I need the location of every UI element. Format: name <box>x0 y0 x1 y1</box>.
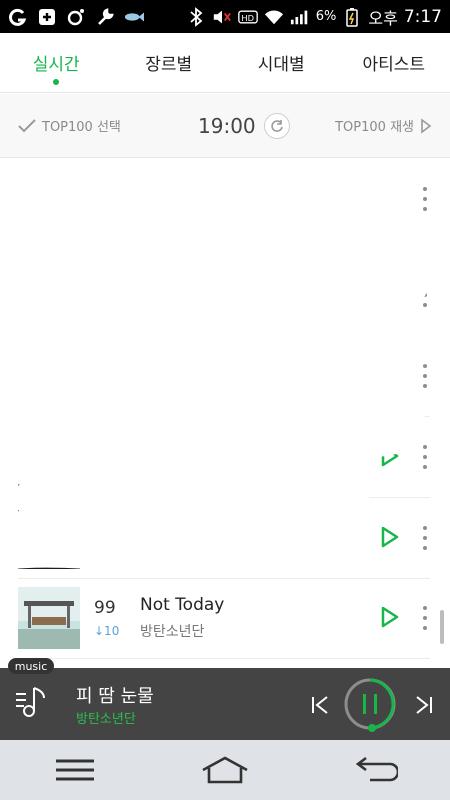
more-options-button[interactable] <box>420 280 430 310</box>
tab-artist[interactable]: 아티스트 <box>338 33 450 92</box>
play-icon <box>381 364 399 386</box>
back-button[interactable] <box>345 750 405 790</box>
add-box-icon <box>37 7 57 27</box>
scrollbar-thumb[interactable] <box>440 610 444 644</box>
play-icon <box>381 526 399 548</box>
chart-list[interactable]: 99 ↓10 Not Today 방탄소년단 <box>0 158 450 668</box>
list-item[interactable] <box>18 416 430 498</box>
system-nav-bar <box>0 740 450 800</box>
hd-voice-icon: HD <box>237 7 258 27</box>
active-tab-indicator <box>53 79 60 85</box>
playlist-button[interactable] <box>12 682 52 722</box>
list-item[interactable] <box>18 254 430 336</box>
bubble-icon <box>66 7 86 27</box>
more-options-button[interactable] <box>420 361 430 391</box>
more-options-button[interactable] <box>420 184 430 214</box>
previous-button[interactable] <box>308 692 334 718</box>
refresh-button[interactable] <box>263 112 290 139</box>
clock-ampm: 오후 <box>368 8 398 28</box>
play-button[interactable] <box>378 363 402 387</box>
play-outline-icon <box>421 117 432 134</box>
more-options-button[interactable] <box>420 523 430 553</box>
mute-icon <box>212 7 232 27</box>
home-button[interactable] <box>195 750 255 790</box>
battery-charging-icon <box>342 7 362 27</box>
menu-icon <box>56 759 94 781</box>
home-icon <box>202 756 248 784</box>
menu-button[interactable] <box>45 750 105 790</box>
previous-icon <box>312 696 328 714</box>
battery-percent: 6% <box>315 9 337 24</box>
list-item[interactable] <box>18 497 430 579</box>
notification-icons <box>8 7 144 27</box>
app-g-icon <box>8 7 28 27</box>
play-icon <box>381 606 399 628</box>
tab-label: 아티스트 <box>362 55 426 75</box>
album-art <box>18 344 80 407</box>
clock-time: 7:17 <box>403 6 442 27</box>
chart-time-text: 19:00 <box>198 113 256 138</box>
tab-genre[interactable]: 장르별 <box>113 33 226 92</box>
player-song-artist: 방탄소년단 <box>76 712 136 727</box>
album-art <box>18 506 80 569</box>
play-button[interactable] <box>378 282 402 306</box>
status-bar: HD 6% 오후 7:17 <box>0 0 450 33</box>
chart-time: 19:00 <box>198 112 290 139</box>
fish-icon <box>124 7 144 27</box>
chart-toolbar: TOP100 선택 19:00 TOP100 재생 <box>0 94 450 158</box>
list-item[interactable]: 99 ↓10 Not Today 방탄소년단 <box>18 577 430 659</box>
check-icon <box>18 118 36 132</box>
list-item[interactable] <box>18 335 430 417</box>
tab-label: 실시간 <box>32 55 80 75</box>
tab-label: 장르별 <box>145 55 193 75</box>
wifi-icon <box>264 7 284 27</box>
wrench-icon <box>95 7 115 27</box>
rank-number: 99 <box>94 597 116 618</box>
next-button[interactable] <box>410 692 436 718</box>
list-item[interactable] <box>18 158 430 240</box>
mini-player[interactable]: music 피 땀 눈물 방탄소년단 <box>0 658 450 740</box>
song-title: Not Today <box>140 594 225 615</box>
tab-realtime[interactable]: 실시간 <box>0 33 113 92</box>
refresh-icon <box>270 119 283 132</box>
album-art-image <box>18 586 80 649</box>
more-options-button[interactable] <box>420 603 430 633</box>
system-status: HD 6% 오후 7:17 <box>186 5 442 29</box>
tab-era[interactable]: 시대별 <box>225 33 338 92</box>
back-icon <box>355 756 398 782</box>
play-top100-label: TOP100 재생 <box>335 120 414 135</box>
play-button[interactable] <box>378 605 402 629</box>
select-top100-button[interactable]: TOP100 선택 <box>18 116 121 135</box>
more-options-button[interactable] <box>420 442 430 472</box>
album-art <box>18 263 80 326</box>
play-button[interactable] <box>378 444 402 468</box>
pause-button[interactable] <box>342 676 398 732</box>
pause-progress-icon <box>344 678 396 732</box>
album-art <box>18 425 80 488</box>
app-root: { "status_bar": { "battery_percent": "6%… <box>0 0 450 800</box>
rank-change: ↓10 <box>94 623 120 638</box>
album-art <box>18 167 80 230</box>
chart-tabs: 실시간 장르별 시대별 아티스트 <box>0 33 450 93</box>
bluetooth-icon <box>186 6 206 27</box>
play-button[interactable] <box>378 186 402 210</box>
player-song-title: 피 땀 눈물 <box>76 686 154 707</box>
play-icon <box>381 283 399 305</box>
select-top100-label: TOP100 선택 <box>42 120 121 135</box>
play-icon <box>381 187 399 209</box>
song-artist: 방탄소년단 <box>140 623 205 640</box>
rank-box: 99 ↓10 <box>94 598 134 638</box>
song-meta: Not Today 방탄소년단 <box>140 595 224 641</box>
play-icon <box>381 445 399 467</box>
next-icon <box>416 696 432 714</box>
album-art <box>18 586 80 649</box>
playlist-icon <box>16 687 45 717</box>
svg-text:HD: HD <box>241 12 254 22</box>
play-top100-button[interactable]: TOP100 재생 <box>335 116 432 135</box>
play-button[interactable] <box>378 525 402 549</box>
music-tag: music <box>8 658 54 674</box>
tab-label: 시대별 <box>257 55 305 75</box>
signal-icon <box>290 7 310 27</box>
